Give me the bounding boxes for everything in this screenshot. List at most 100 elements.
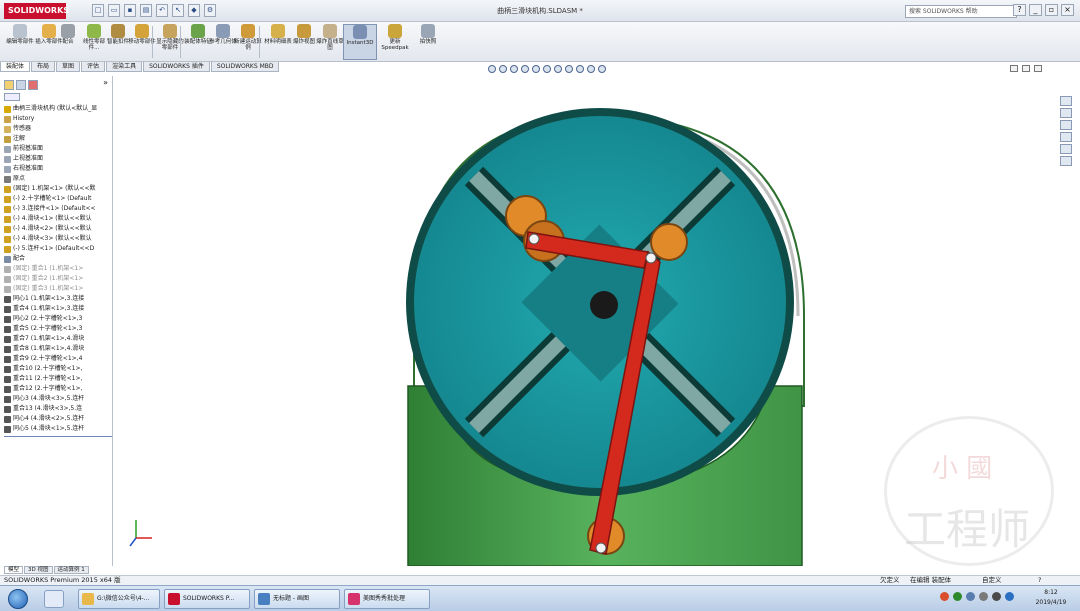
viewport-minimize-icon[interactable] [1010, 65, 1018, 72]
help-menu-icon[interactable]: ? [1013, 4, 1026, 16]
dynamic-annotation-icon[interactable] [532, 65, 540, 73]
tab-model[interactable]: 模型 [4, 566, 24, 574]
feature-tree-tab-icon[interactable] [4, 80, 14, 90]
speedpak-button[interactable]: 更新Speedpak [380, 24, 410, 60]
tree-node[interactable]: 右视基准面 [4, 164, 112, 174]
tree-node[interactable]: History [4, 114, 112, 124]
tree-node[interactable]: 重合5 (2.十字槽轮<1>,3 [4, 324, 112, 334]
custom-properties-icon[interactable] [1060, 156, 1072, 166]
view-orientation-icon[interactable] [543, 65, 551, 73]
appearances-icon[interactable] [1060, 144, 1072, 154]
tree-node[interactable]: (固定) 重合1 (1.机架<1> [4, 264, 112, 274]
tree-node[interactable]: (-) 2.十字槽轮<1> (Default [4, 194, 112, 204]
view-palette-icon[interactable] [1060, 132, 1072, 142]
zoom-area-icon[interactable] [499, 65, 507, 73]
apply-scene-icon[interactable] [587, 65, 595, 73]
design-library-icon[interactable] [1060, 108, 1072, 118]
tree-node[interactable]: 同心5 (4.滑块<1>,5.连杆 [4, 424, 112, 434]
tree-node[interactable]: (-) 5.连杆<1> (Default<<D [4, 244, 112, 254]
taskbar-item-paint[interactable]: 无标题 - 画图 [254, 589, 340, 609]
tree-node[interactable]: 重合7 (1.机架<1>,4.滑块 [4, 334, 112, 344]
mate-button[interactable]: 配合 [58, 24, 78, 60]
hide-show-items-icon[interactable] [565, 65, 573, 73]
viewport-restore-icon[interactable] [1022, 65, 1030, 72]
tab-motion-study[interactable]: 运动算例 1 [53, 566, 89, 574]
close-icon[interactable]: × [1061, 4, 1074, 16]
tree-node[interactable]: 重合12 (2.十字槽轮<1>, [4, 384, 112, 394]
tab-assembly[interactable]: 装配体 [0, 62, 31, 72]
tree-node[interactable]: 重合10 (2.十字槽轮<1>, [4, 364, 112, 374]
instant3d-button[interactable]: Instant3D [343, 24, 377, 60]
help-search-input[interactable]: 搜索 SOLIDWORKS 帮助 [905, 5, 1017, 18]
file-explorer-icon[interactable] [1060, 120, 1072, 130]
tree-node[interactable]: 同心4 (4.滑块<2>,5.连杆 [4, 414, 112, 424]
tree-node[interactable]: 配合 [4, 254, 112, 264]
tab-addins[interactable]: SOLIDWORKS 插件 [143, 62, 210, 72]
tab-sketch[interactable]: 草图 [56, 62, 81, 72]
view-settings-icon[interactable] [598, 65, 606, 73]
tree-node[interactable]: 注解 [4, 134, 112, 144]
tab-evaluate[interactable]: 评估 [81, 62, 106, 72]
tree-node[interactable]: (-) 3.连接件<1> (Default<< [4, 204, 112, 214]
taskbar-item-solidworks[interactable]: SOLIDWORKS P... [164, 589, 250, 609]
tree-node[interactable]: 前视基准面 [4, 144, 112, 154]
tree-node[interactable]: 同心1 (1.机架<1>,3.连接 [4, 294, 112, 304]
battery-icon[interactable] [992, 592, 1001, 601]
tree-node[interactable]: (固定) 重合2 (1.机架<1> [4, 274, 112, 284]
zoom-to-fit-icon[interactable] [488, 65, 496, 73]
flag-icon[interactable] [966, 592, 975, 601]
tree-node[interactable]: 同心3 (4.滑块<3>,5.连杆 [4, 394, 112, 404]
tree-node[interactable]: 上视基准面 [4, 154, 112, 164]
tab-3d-view[interactable]: 3D 视图 [24, 566, 53, 574]
explode-line-button[interactable]: 爆炸直线草图 [314, 24, 346, 60]
config-manager-tab-icon[interactable] [28, 80, 38, 90]
edit-appearance-icon[interactable] [576, 65, 584, 73]
tree-node[interactable]: 重合13 (4.滑块<3>,5.连 [4, 404, 112, 414]
tree-node[interactable]: 重合4 (1.机架<1>,3.连接 [4, 304, 112, 314]
tree-node[interactable]: 重合8 (1.机架<1>,4.滑块 [4, 344, 112, 354]
tree-node[interactable]: 原点 [4, 174, 112, 184]
tree-node-icon [4, 235, 11, 243]
tab-layout[interactable]: 布局 [31, 62, 56, 72]
start-button[interactable] [8, 589, 28, 609]
tree-node[interactable]: (-) 4.滑块<1> (默认<<默认 [4, 214, 112, 224]
tree-node[interactable]: (-) 4.滑块<3> (默认<<默认 [4, 234, 112, 244]
volume-icon[interactable] [979, 592, 988, 601]
units-selector[interactable]: 自定义 [982, 576, 1002, 585]
tree-node[interactable]: 重合11 (2.十字槽轮<1>, [4, 374, 112, 384]
tree-node[interactable]: (固定) 重合3 (1.机架<1> [4, 284, 112, 294]
tray-app-icon[interactable] [940, 592, 949, 601]
viewport-close-icon[interactable] [1034, 65, 1042, 72]
tree-node[interactable]: 同心2 (2.十字槽轮<1>,3 [4, 314, 112, 324]
property-manager-tab-icon[interactable] [16, 80, 26, 90]
rollback-bar[interactable] [4, 436, 112, 437]
edit-component-button[interactable]: 编辑零部件 [4, 24, 36, 60]
tree-filter-icon[interactable] [4, 93, 20, 101]
section-view-icon[interactable] [521, 65, 529, 73]
display-style-icon[interactable] [554, 65, 562, 73]
tab-render-tools[interactable]: 渲染工具 [106, 62, 143, 72]
input-method-icon[interactable] [1005, 592, 1014, 601]
tree-node-icon [4, 165, 11, 173]
tree-node[interactable]: 重合9 (2.十字槽轮<1>,4 [4, 354, 112, 364]
collapse-pane-button[interactable]: » [103, 78, 108, 87]
tree-node[interactable]: 曲柄三滑块机构 (默认<默认_显 [4, 104, 112, 114]
pinned-app-icon[interactable] [44, 590, 64, 608]
graphics-area[interactable]: 小 國 工程师 [114, 76, 1056, 566]
tree-node[interactable]: 传感器 [4, 124, 112, 134]
show-hidden-icon [163, 24, 177, 38]
clock[interactable]: 8:12 2019/4/19 [1024, 588, 1078, 608]
previous-view-icon[interactable] [510, 65, 518, 73]
tab-mbd[interactable]: SOLIDWORKS MBD [210, 62, 280, 72]
resources-icon[interactable] [1060, 96, 1072, 106]
snapshot-button[interactable]: 拍快照 [414, 24, 442, 60]
help-icon[interactable]: ? [1038, 576, 1041, 585]
restore-icon[interactable]: ▫ [1045, 4, 1058, 16]
tree-node[interactable]: (固定) 1.机架<1> (默认<<默 [4, 184, 112, 194]
network-icon[interactable] [953, 592, 962, 601]
tree-node-icon [4, 295, 11, 303]
tree-node[interactable]: (-) 4.滑块<2> (默认<<默认 [4, 224, 112, 234]
taskbar-item-explorer[interactable]: G:\微信公众号\4-... [78, 589, 160, 609]
taskbar-item-meitu[interactable]: 美图秀秀批处理 [344, 589, 430, 609]
minimize-icon[interactable]: _ [1029, 4, 1042, 16]
